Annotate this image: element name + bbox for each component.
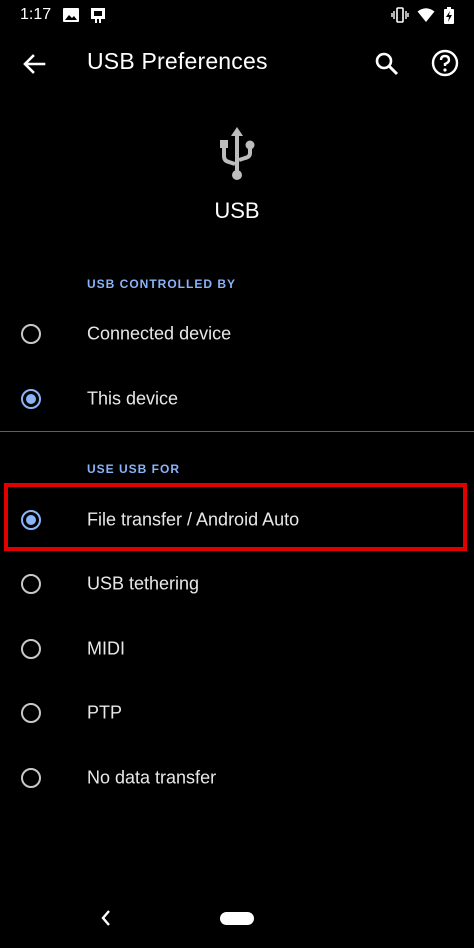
option-label: This device [87, 388, 179, 409]
option-connected-device[interactable]: Connected device [0, 304, 474, 364]
radio-button-unselected[interactable] [21, 768, 41, 788]
status-time: 1:17 [20, 6, 52, 23]
radio-button-unselected[interactable] [21, 574, 41, 594]
section-header-use-usb-for: USE USB FOR [87, 462, 181, 476]
highlight-box [4, 483, 467, 551]
help-icon[interactable] [430, 48, 460, 78]
page-title: USB Preferences [87, 48, 268, 74]
status-bar: 1:17 [0, 0, 474, 32]
option-no-data-transfer[interactable]: No data transfer [0, 748, 474, 808]
option-label: MIDI [87, 638, 125, 659]
radio-button-unselected[interactable] [21, 324, 41, 344]
option-ptp[interactable]: PTP [0, 683, 474, 743]
vibrate-icon [391, 7, 409, 23]
search-icon[interactable] [373, 50, 401, 78]
option-label: USB tethering [87, 573, 200, 594]
option-label: No data transfer [87, 767, 217, 788]
option-label: PTP [87, 702, 123, 723]
section-header-usb-controlled-by: USB CONTROLLED BY [87, 277, 236, 291]
radio-button-selected[interactable] [21, 389, 41, 409]
cast-notification-icon [91, 8, 105, 23]
image-notification-icon [63, 8, 79, 22]
battery-icon [444, 7, 454, 24]
option-usb-tethering[interactable]: USB tethering [0, 554, 474, 614]
back-arrow-icon[interactable] [20, 50, 48, 78]
section-divider [0, 431, 474, 432]
radio-button-unselected[interactable] [21, 703, 41, 723]
nav-home-pill[interactable] [220, 912, 254, 925]
usb-icon [220, 127, 255, 180]
radio-button-unselected[interactable] [21, 639, 41, 659]
option-midi[interactable]: MIDI [0, 619, 474, 679]
usb-heading: USB [214, 198, 260, 223]
option-this-device[interactable]: This device [0, 369, 474, 429]
nav-back-icon[interactable] [97, 907, 115, 929]
option-label: Connected device [87, 323, 232, 344]
wifi-icon [417, 8, 435, 22]
